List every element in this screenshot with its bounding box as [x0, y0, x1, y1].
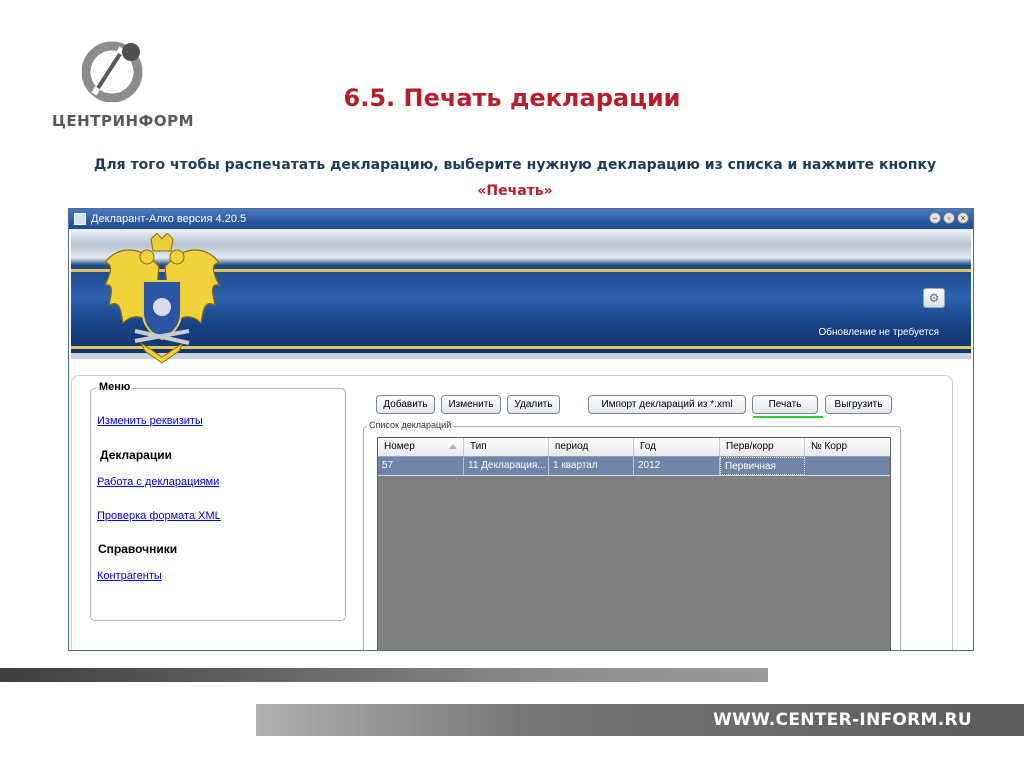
- menu-item-contractors[interactable]: Контрагенты: [97, 570, 162, 582]
- restore-icon[interactable]: ▫: [943, 212, 955, 224]
- menu-item-edit-requisites[interactable]: Изменить реквизиты: [97, 415, 203, 427]
- app-banner: ⚙ Обновление не требуется: [71, 229, 971, 364]
- settings-button[interactable]: ⚙: [923, 288, 945, 308]
- menu-item-check-xml[interactable]: Проверка формата XML: [97, 510, 221, 522]
- export-button[interactable]: Выгрузить: [825, 395, 892, 414]
- print-button-highlight: [753, 416, 823, 418]
- window-controls: – ▫ ×: [929, 212, 969, 224]
- import-xml-button[interactable]: Импорт деклараций из *.xml: [588, 395, 746, 414]
- menu-legend: Меню: [96, 381, 134, 393]
- website-url: WWW.CENTER-INFORM.RU: [713, 710, 972, 730]
- column-header-period[interactable]: период: [549, 438, 634, 456]
- column-header-correction-number[interactable]: № Корр: [805, 438, 890, 456]
- column-header-type[interactable]: Тип: [464, 438, 549, 456]
- slide-title: 6.5. Печать декларации: [343, 84, 681, 112]
- column-header-year[interactable]: Год: [634, 438, 720, 456]
- slide-description: Для того чтобы распечатать декларацию, в…: [60, 152, 970, 204]
- edit-button[interactable]: Изменить: [441, 395, 501, 414]
- cell-type: 11 Декларация...: [464, 457, 549, 475]
- table-header: Номер Тип период Год Перв/корр № Корр: [378, 438, 890, 457]
- description-button-name: «Печать»: [477, 183, 553, 199]
- column-header-primary-correction[interactable]: Перв/корр: [720, 438, 805, 456]
- window-titlebar[interactable]: Декларант-Алко версия 4.20.5 – ▫ ×: [69, 209, 973, 229]
- menu-panel: Меню Изменить реквизиты Декларации Работ…: [90, 381, 346, 621]
- window-title: Декларант-Алко версия 4.20.5: [91, 213, 247, 225]
- cell-year: 2012: [634, 457, 720, 475]
- menu-section-declarations: Декларации: [100, 448, 172, 462]
- coat-of-arms-icon: [103, 233, 221, 364]
- add-button[interactable]: Добавить: [376, 395, 435, 414]
- column-header-label: Номер: [384, 441, 415, 452]
- cell-correction-number: [805, 457, 890, 475]
- footer-bar: WWW.CENTER-INFORM.RU: [256, 704, 1024, 736]
- sort-ascending-icon: [449, 444, 457, 449]
- close-icon[interactable]: ×: [957, 212, 969, 224]
- minimize-icon[interactable]: –: [929, 212, 941, 224]
- app-icon: [74, 213, 86, 225]
- cell-primary-correction: Первичная: [720, 457, 805, 475]
- declarations-legend: Список деклараций: [367, 420, 454, 430]
- delete-button[interactable]: Удалить: [507, 395, 560, 414]
- update-status: Обновление не требуется: [818, 327, 939, 338]
- declarations-table[interactable]: Номер Тип период Год Перв/корр № Корр 57…: [377, 437, 891, 650]
- app-window: Декларант-Алко версия 4.20.5 – ▫ × ⚙ Обн…: [68, 208, 974, 651]
- column-header-number[interactable]: Номер: [378, 438, 464, 456]
- menu-section-references: Справочники: [98, 542, 178, 556]
- settings-icon: ⚙: [928, 291, 940, 305]
- table-row[interactable]: 57 11 Декларация... 1 квартал 2012 Перви…: [378, 457, 890, 476]
- logo-text: ЦЕНТРИНФОРМ: [52, 112, 195, 130]
- cell-number: 57: [378, 457, 464, 475]
- description-text: Для того чтобы распечатать декларацию, в…: [93, 157, 937, 173]
- cell-period: 1 квартал: [549, 457, 634, 475]
- menu-item-work-with-declarations[interactable]: Работа с декларациями: [97, 476, 219, 488]
- footer-bar-top: [0, 668, 768, 682]
- print-button[interactable]: Печать: [752, 395, 818, 414]
